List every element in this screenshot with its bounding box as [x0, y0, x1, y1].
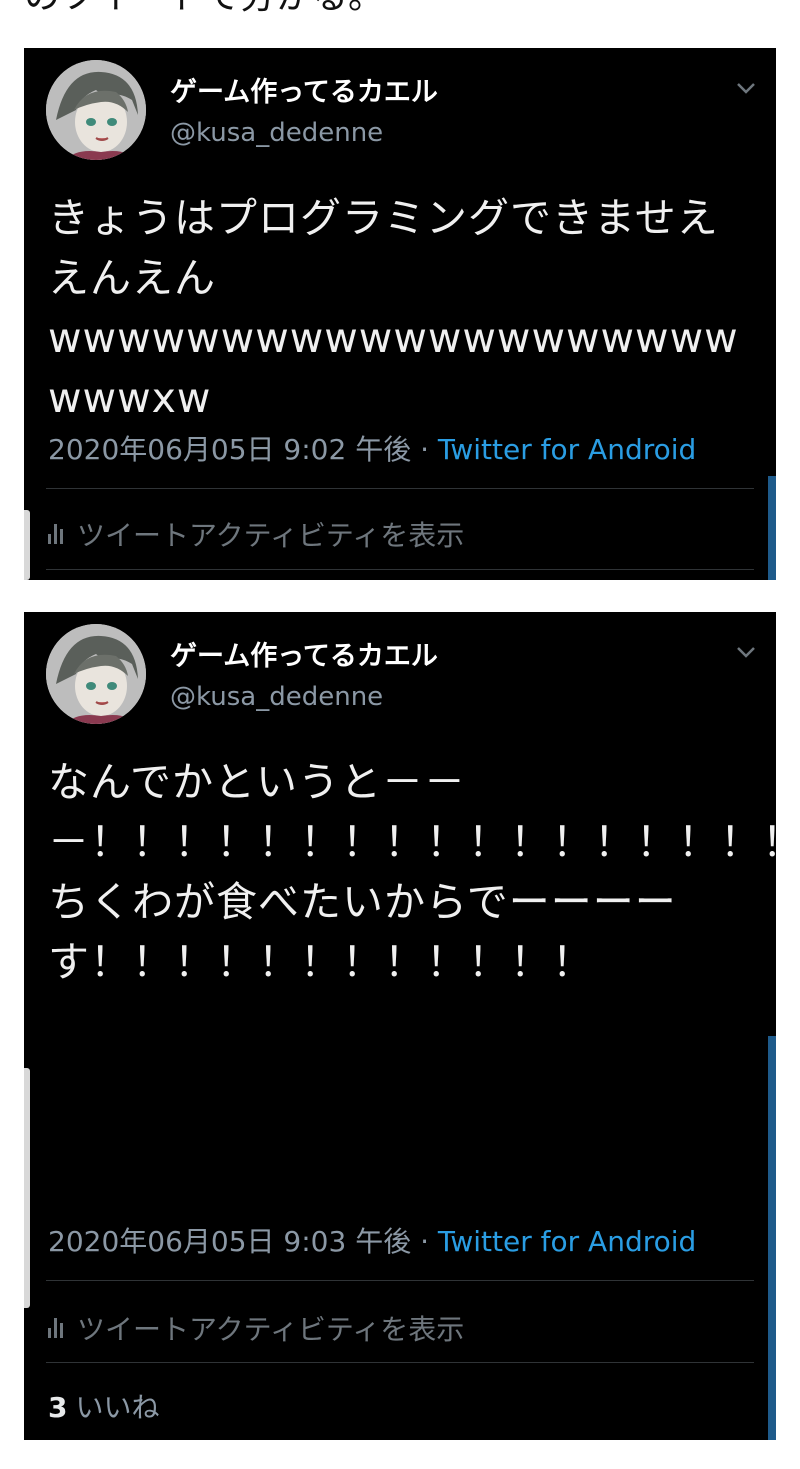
source-link[interactable]: Twitter for Android — [438, 433, 696, 466]
scrollbar[interactable] — [768, 1036, 776, 1440]
chevron-down-icon[interactable] — [734, 78, 758, 98]
divider — [46, 569, 754, 570]
divider — [46, 1362, 754, 1363]
display-name[interactable]: ゲーム作ってるカエル — [170, 70, 438, 109]
scroll-edge — [24, 510, 30, 580]
divider — [46, 488, 754, 489]
timestamp[interactable]: 2020年06月05日 9:03 午後 · — [48, 1225, 438, 1258]
bar-chart-icon — [48, 1318, 63, 1338]
scrollbar[interactable] — [768, 476, 776, 580]
avatar[interactable] — [46, 60, 146, 160]
likes-label: いいね — [75, 1391, 160, 1424]
user-handle[interactable]: @kusa_dedenne — [170, 682, 383, 712]
tweet-meta: 2020年06月05日 9:02 午後 · Twitter for Androi… — [48, 428, 696, 468]
activity-label: ツイートアクティビティを表示 — [77, 519, 465, 552]
view-activity-link[interactable]: ツイートアクティビティを表示 — [48, 1308, 464, 1348]
tweet-card[interactable]: ゲーム作ってるカエル @kusa_dedenne なんでかというと－－－！！！！… — [24, 612, 776, 1440]
chevron-down-icon[interactable] — [734, 642, 758, 662]
divider — [46, 1280, 754, 1281]
user-handle[interactable]: @kusa_dedenne — [170, 118, 383, 148]
source-link[interactable]: Twitter for Android — [438, 1225, 696, 1258]
activity-label: ツイートアクティビティを表示 — [77, 1313, 465, 1346]
avatar-image — [46, 624, 146, 724]
view-activity-link[interactable]: ツイートアクティビティを表示 — [48, 514, 464, 554]
tweet-meta: 2020年06月05日 9:03 午後 · Twitter for Androi… — [48, 1220, 696, 1260]
tweet-card[interactable]: ゲーム作ってるカエル @kusa_dedenne きょうはプログラミングできませ… — [24, 48, 776, 580]
likes-count[interactable]: 3 いいね — [48, 1386, 160, 1426]
scroll-edge — [24, 1068, 30, 1308]
tweet-text: きょうはプログラミングできませええんえん wwwwwwwwwwwwwwwwwww… — [48, 194, 739, 422]
avatar[interactable] — [46, 624, 146, 724]
avatar-image — [46, 60, 146, 160]
tweet-text: なんでかというと－－－！！！！！！！！！！！！！！！！！！！！！！！！！！！！！… — [48, 758, 776, 986]
timestamp[interactable]: 2020年06月05日 9:02 午後 · — [48, 433, 438, 466]
likes-number: 3 — [48, 1391, 68, 1424]
display-name[interactable]: ゲーム作ってるカエル — [170, 634, 438, 673]
caption-text: のツイートで分かる。 — [24, 0, 384, 20]
bar-chart-icon — [48, 524, 63, 544]
